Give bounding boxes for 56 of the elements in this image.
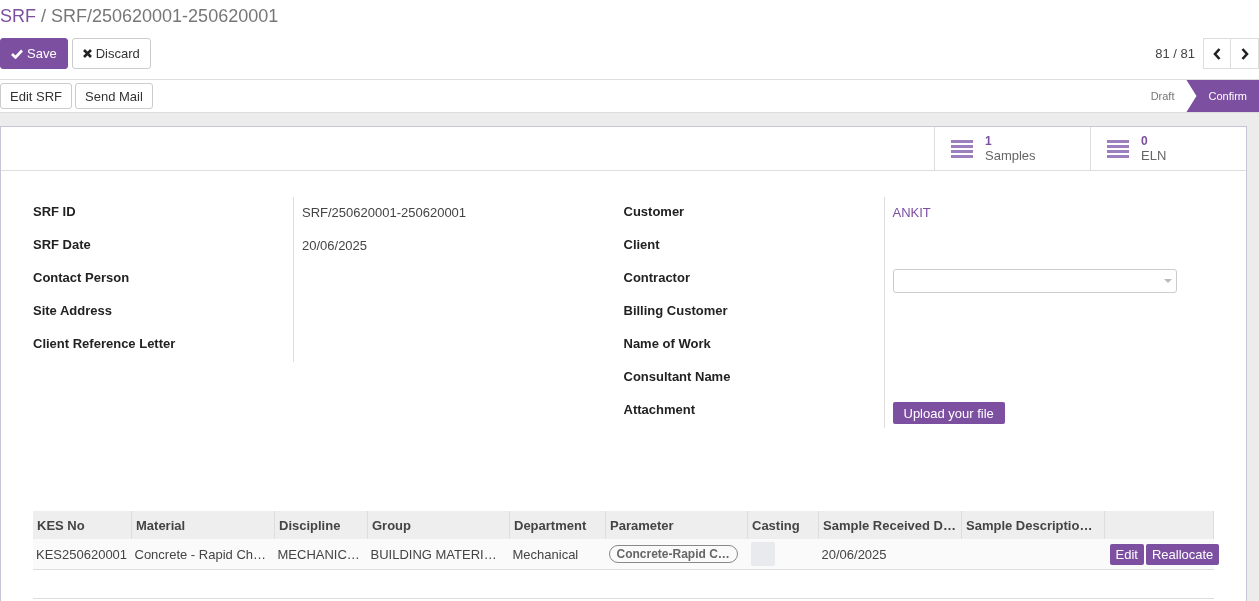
- check-icon: [11, 48, 23, 59]
- row-button[interactable]: Reallocate: [1145, 543, 1220, 565]
- table-cell: Concrete - Rapid Ch…: [134, 546, 266, 562]
- upload-button[interactable]: Upload your file: [892, 402, 1005, 424]
- list-icon: [951, 139, 973, 158]
- field-value: SRF/250620001-250620001: [302, 204, 467, 220]
- table-cell: Mechanical: [512, 546, 579, 562]
- chevron-left-icon: [1213, 47, 1221, 60]
- action-button[interactable]: Edit SRF: [0, 83, 72, 109]
- next-button[interactable]: [1231, 38, 1259, 69]
- field-label: Attachment: [623, 401, 696, 419]
- column-header: Sample Descriptio…: [961, 511, 1105, 539]
- stat-label: ELN: [1141, 148, 1167, 163]
- caret-icon: [1163, 279, 1172, 283]
- stat-label: Samples: [985, 148, 1036, 163]
- breadcrumb-separator: /: [41, 5, 46, 27]
- action-button[interactable]: Send Mail: [75, 83, 153, 109]
- column-header: Group: [367, 511, 510, 539]
- table-cell: MECHANIC…: [277, 546, 360, 562]
- column-header: Department: [509, 511, 606, 539]
- column-header: Discipline: [274, 511, 368, 539]
- breadcrumb-link[interactable]: SRF: [0, 5, 36, 27]
- column-header: Material: [131, 511, 275, 539]
- column-header: KES No: [33, 511, 132, 539]
- field-label: Name of Work: [623, 335, 712, 353]
- field-label: Site Address: [33, 302, 113, 320]
- column-header: Sample Received D…: [818, 511, 962, 539]
- field-label: Contractor: [623, 269, 691, 287]
- table-cell: BUILDING MATERI…: [370, 546, 497, 562]
- pager-counter: 81 / 81: [1155, 46, 1195, 61]
- list-icon: [1107, 139, 1129, 158]
- select-field[interactable]: [892, 269, 1177, 293]
- field-label: Contact Person: [33, 269, 131, 287]
- save-button[interactable]: Save: [0, 38, 68, 69]
- stat-count: 0: [1141, 134, 1149, 148]
- stat-count: 1: [985, 134, 993, 148]
- field-label: Customer: [623, 203, 686, 221]
- field-label: SRF ID: [33, 203, 77, 221]
- chevron-right-icon: [1240, 47, 1249, 60]
- field-value: 20/06/2025: [302, 237, 368, 253]
- column-header: Casting: [747, 511, 819, 539]
- field-label: SRF Date: [33, 236, 92, 254]
- status-stage[interactable]: Confirm: [1186, 80, 1259, 112]
- table-cell: KES250620001: [36, 546, 128, 562]
- field-link[interactable]: ANKIT: [892, 204, 931, 220]
- field-label: Billing Customer: [623, 302, 729, 320]
- field-label: Client: [623, 236, 661, 254]
- row-button[interactable]: Edit: [1109, 543, 1144, 565]
- column-header: Parameter: [605, 511, 748, 539]
- discard-button[interactable]: Discard: [71, 38, 151, 69]
- close-icon: [82, 49, 92, 58]
- field-label: Client Reference Letter: [33, 335, 177, 353]
- table-cell: 20/06/2025: [821, 546, 887, 562]
- previous-button[interactable]: [1203, 38, 1231, 69]
- field-label: Consultant Name: [623, 368, 732, 386]
- record-title: SRF/250620001-250620001: [51, 5, 279, 27]
